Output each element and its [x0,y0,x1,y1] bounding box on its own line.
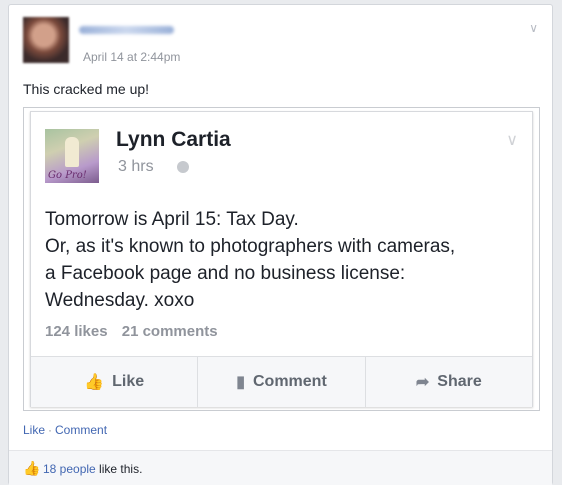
shared-post-inner: Go Pro! Lynn Cartia 3 hrs ∨ Tomorrow is … [30,111,533,407]
like-button[interactable]: 👍 Like [31,357,197,407]
comment-label: Comment [253,373,327,390]
comments-count[interactable]: 21 comments [122,323,218,340]
action-bar: 👍 Like ▮ Comment ➦ Share [31,356,532,407]
like-label: Like [112,373,145,390]
separator-dot: · [48,423,53,437]
avatar-caption: Go Pro! [48,170,87,181]
post-text: This cracked me up! [23,81,150,97]
likes-summary: 👍 18 people like this. [9,450,552,485]
chevron-down-icon[interactable]: ∨ [529,21,538,35]
poster-avatar[interactable] [23,17,69,63]
comment-button[interactable]: ▮ Comment [197,357,364,407]
post-comment-link[interactable]: Comment [55,423,107,437]
post-actions: Like · Comment [23,423,107,437]
post-like-link[interactable]: Like [23,423,45,437]
avatar-figure [65,137,79,167]
shared-post-card: Go Pro! Lynn Cartia 3 hrs ∨ Tomorrow is … [23,107,540,411]
status-line: Tomorrow is April 15: Tax Day. [45,209,299,230]
globe-icon [177,161,189,173]
likes-count[interactable]: 124 likes [45,323,108,340]
chevron-down-icon[interactable]: ∨ [506,130,518,150]
share-button[interactable]: ➦ Share [364,357,532,407]
likes-suffix: like this. [95,462,143,476]
status-line: a Facebook page and no business license: [45,263,406,284]
share-arrow-icon: ➦ [415,374,430,391]
shared-author-avatar[interactable]: Go Pro! [45,129,99,183]
shared-status-text: Tomorrow is April 15: Tax Day. Or, as it… [45,206,525,314]
post-timestamp[interactable]: April 14 at 2:44pm [83,50,180,64]
thumbs-up-icon: 👍 [23,460,41,476]
feed-post: April 14 at 2:44pm ∨ This cracked me up!… [8,4,553,485]
shared-author-name[interactable]: Lynn Cartia [116,128,231,152]
status-line: Or, as it's known to photographers with … [45,236,456,257]
engagement-counts: 124 likes 21 comments [45,323,228,340]
likes-summary-text: 18 people like this. [43,462,142,476]
status-line: Wednesday. xoxo [45,290,195,311]
people-link[interactable]: 18 people [43,462,96,476]
share-label: Share [437,373,482,390]
poster-name-redacted[interactable] [79,26,174,34]
thumbs-up-icon: 👍 [84,374,105,391]
comment-icon: ▮ [236,374,245,391]
shared-post-time[interactable]: 3 hrs [118,158,154,176]
